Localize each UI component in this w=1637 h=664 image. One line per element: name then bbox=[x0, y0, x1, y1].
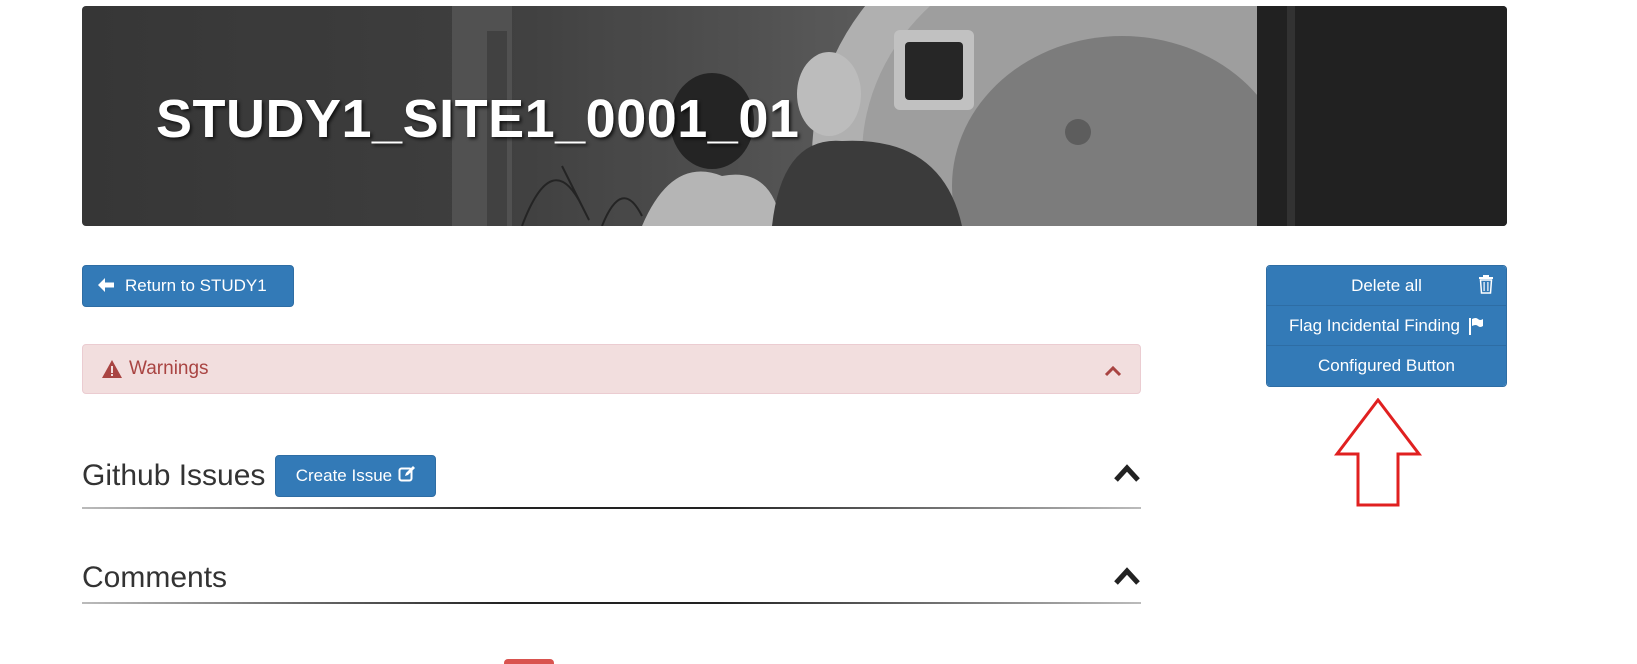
chevron-up-icon[interactable] bbox=[1113, 463, 1141, 488]
page-banner: STUDY1_SITE1_0001_01 bbox=[82, 6, 1507, 226]
page-title: STUDY1_SITE1_0001_01 bbox=[156, 89, 800, 149]
partial-red-button[interactable] bbox=[504, 659, 554, 664]
section-divider bbox=[82, 602, 1141, 604]
chevron-up-icon[interactable] bbox=[1104, 361, 1122, 383]
section-divider bbox=[82, 507, 1141, 509]
delete-all-label: Delete all bbox=[1351, 275, 1422, 295]
annotation-arrow-icon bbox=[1333, 398, 1423, 507]
return-button[interactable]: Return to STUDY1 bbox=[82, 265, 294, 307]
configured-button-label: Configured Button bbox=[1317, 356, 1456, 375]
comments-header: Comments bbox=[82, 556, 1141, 600]
create-issue-label: Create Issue bbox=[295, 466, 393, 485]
edit-icon bbox=[398, 465, 416, 488]
return-button-label: Return to STUDY1 bbox=[125, 276, 267, 295]
configured-button[interactable]: Configured Button bbox=[1267, 346, 1506, 386]
flag-icon bbox=[1468, 317, 1484, 335]
create-issue-button[interactable]: Create Issue bbox=[275, 455, 437, 497]
warnings-panel[interactable]: Warnings bbox=[82, 344, 1141, 394]
comments-title: Comments bbox=[82, 561, 228, 594]
trash-icon bbox=[1478, 274, 1494, 294]
github-issues-header: Github Issues Create Issue bbox=[82, 454, 1141, 498]
warning-triangle-icon bbox=[101, 359, 123, 379]
page: STUDY1_SITE1_0001_01 Return to STUDY1 Wa… bbox=[0, 0, 1637, 664]
flag-incidental-finding-button[interactable]: Flag Incidental Finding bbox=[1267, 306, 1506, 346]
chevron-up-icon[interactable] bbox=[1113, 566, 1141, 591]
warnings-label: Warnings bbox=[129, 358, 209, 379]
delete-all-button[interactable]: Delete all bbox=[1267, 266, 1506, 306]
action-button-group: Delete all Flag Incidental Finding Confi… bbox=[1266, 265, 1507, 387]
arrow-left-icon bbox=[97, 277, 115, 296]
flag-incidental-finding-label: Flag Incidental Finding bbox=[1288, 315, 1461, 335]
github-issues-title: Github Issues bbox=[82, 459, 266, 492]
